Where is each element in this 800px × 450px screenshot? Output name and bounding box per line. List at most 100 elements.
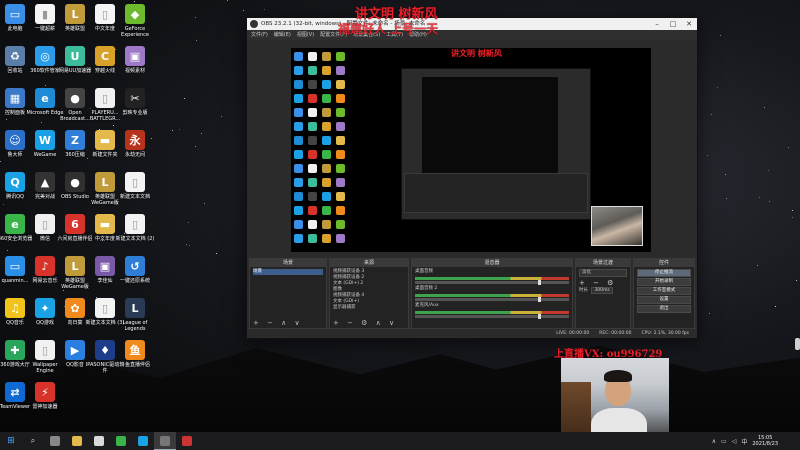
taskbar-photos[interactable] xyxy=(176,432,198,450)
scenes-dock: 场景 场景 + − ∧ ∨ xyxy=(249,258,327,330)
app-icon: ⚡ xyxy=(35,382,55,402)
desktop-icon-label: League of Legends xyxy=(122,320,148,332)
control-button[interactable]: 工作室模式 xyxy=(637,287,691,295)
desktop-icon[interactable]: ✂ 剪映专业版 xyxy=(118,88,152,116)
taskbar-obs[interactable] xyxy=(154,432,176,450)
control-button[interactable]: 停止推流 xyxy=(637,269,691,277)
app-icon: ♦ xyxy=(95,340,115,360)
desktop-icon[interactable]: L 英雄联盟 WeGame版 xyxy=(88,172,122,206)
source-toolbar[interactable]: + − ⚙ ∧ ∨ xyxy=(333,319,397,327)
mixer-track-name: 桌面音频 xyxy=(415,269,433,274)
obs-window[interactable]: OBS 23.2.1 (32-bit, windows) - 配置文件: 未命名… xyxy=(246,17,698,339)
app-icon: ✚ xyxy=(5,340,25,360)
app-icon: ▮ xyxy=(35,4,55,24)
desktop-icon[interactable]: L 英雄联盟 WeGame版 xyxy=(58,256,92,290)
desktop-icon[interactable]: L League of Legends xyxy=(118,298,152,332)
desktop-icon[interactable]: ♦ IPASONIC驱动软件 xyxy=(86,340,124,374)
mixer-track: 麦克风/Aux xyxy=(415,303,569,319)
app-icon: e xyxy=(35,88,55,108)
obs-statusbar: LIVE: 00:00:00 REC: 00:00:00 CPU: 2.1%, … xyxy=(247,328,697,338)
taskbar-qq[interactable] xyxy=(132,432,154,450)
volume-meter xyxy=(415,294,569,297)
taskbar-task-view[interactable] xyxy=(44,432,66,450)
mixer-track-name: 桌面音频 2 xyxy=(415,286,438,291)
app-icon: U xyxy=(65,46,85,66)
controls-dock-title: 控件 xyxy=(634,259,694,267)
maximize-icon[interactable]: □ xyxy=(665,18,681,30)
volume-slider[interactable] xyxy=(415,314,569,319)
transition-type-select[interactable]: 淡化 xyxy=(579,269,627,277)
obs-dock-panel: 场景 场景 + − ∧ ∨ 来源 视频捕获设备 3 视频捕获设备 2 文本 (GDI… xyxy=(247,258,697,330)
cpu-status: CPU: 2.1%, 30.00 fps xyxy=(641,331,690,336)
network-icon[interactable]: ▭ xyxy=(721,438,727,445)
desktop-icon[interactable]: ▯ PLAYERU... BATTLEGR... xyxy=(88,88,122,122)
mixer-track-name: 麦克风/Aux xyxy=(415,303,439,308)
app-icon: ▭ xyxy=(5,256,25,276)
taskbar-store[interactable] xyxy=(88,432,110,450)
menu-item[interactable]: 视图(V) xyxy=(297,30,314,40)
clock[interactable]: 15:05 2021/8/23 xyxy=(752,435,778,447)
search-icon: ⌕ xyxy=(30,436,36,445)
desktop-icon[interactable]: 鱼斗鱼直播伴侣 xyxy=(118,340,152,368)
desktop-icon-label: 雷神加速器 xyxy=(32,404,58,410)
taskbar-360-browser[interactable] xyxy=(110,432,132,450)
app-icon: ⇄ xyxy=(5,382,25,402)
overlay-top-subtitle: 福建好人 上号一天 xyxy=(338,22,439,36)
desktop-icon[interactable]: ◆ GeForce Experience xyxy=(118,4,152,38)
tray-chevron-icon[interactable]: ∧ xyxy=(712,438,716,445)
transition-buttons[interactable]: + − ⚙ xyxy=(579,280,627,287)
desktop-icon[interactable]: ↺ 一键还原系统 xyxy=(118,256,152,284)
app-icon: ◆ xyxy=(125,4,145,24)
desktop-icon[interactable]: ▯ 新建文本文档 xyxy=(118,172,152,200)
obs-titlebar[interactable]: OBS 23.2.1 (32-bit, windows) - 配置文件: 未命名… xyxy=(247,18,697,30)
qq-icon xyxy=(138,436,148,446)
app-icon: L xyxy=(65,4,85,24)
volume-meter xyxy=(415,277,569,280)
taskbar: ⊞ ⌕ ∧ ▭ ◁ 中 15:05 2021/8/23 xyxy=(0,432,800,450)
obs-preview-canvas[interactable]: 讲文明 树新风 xyxy=(291,48,651,252)
scene-item[interactable]: 场景 xyxy=(253,269,323,275)
desktop-icon-label: 视频素材 xyxy=(124,68,145,74)
menu-item[interactable]: 文件(F) xyxy=(251,30,268,40)
desktop-icon[interactable]: ⚡ 雷神加速器 xyxy=(28,382,62,410)
desktop-icon-label: 永劫无间 xyxy=(124,152,145,158)
control-button[interactable]: 退出 xyxy=(637,305,691,313)
duration-input[interactable]: 300ms xyxy=(591,287,613,294)
obs-icon xyxy=(160,435,170,446)
close-icon[interactable]: ✕ xyxy=(681,18,697,30)
preview-desktop-icons xyxy=(291,48,351,252)
app-icon: Q xyxy=(5,172,25,192)
volume-slider[interactable] xyxy=(415,280,569,285)
app-icon: ● xyxy=(65,172,85,192)
volume-slider[interactable] xyxy=(415,297,569,302)
control-button[interactable]: 设置 xyxy=(637,296,691,304)
menu-item[interactable]: 编辑(E) xyxy=(274,30,291,40)
volume-icon[interactable]: ◁ xyxy=(732,438,737,445)
desktop-icon-label: 一键还原系统 xyxy=(119,278,150,284)
controls-dock: 控件 停止推流 开始录制 工作室模式 设置 退出 xyxy=(633,258,695,330)
desktop-icon-label: 剪映专业版 xyxy=(122,110,148,116)
ime-icon[interactable]: 中 xyxy=(741,437,747,446)
taskbar-file-explorer[interactable] xyxy=(66,432,88,450)
control-button[interactable]: 开始录制 xyxy=(637,278,691,286)
minimize-icon[interactable]: – xyxy=(649,18,665,30)
desktop-icon[interactable]: ▣ 视频素材 xyxy=(118,46,152,74)
app-icon: ▯ xyxy=(35,214,55,234)
desktop-icon[interactable]: ▯ 新建文本文档 (2) xyxy=(116,214,154,242)
source-item[interactable]: 显示器捕获 xyxy=(333,305,405,311)
rec-status: REC: 00:00:00 xyxy=(599,331,632,336)
app-icon: ♻ xyxy=(5,46,25,66)
sources-dock-title: 来源 xyxy=(330,259,408,267)
taskbar-windows-start[interactable]: ⊞ xyxy=(0,432,22,450)
app-icon: 鱼 xyxy=(125,340,145,360)
desktop-icon[interactable]: ▯ Wallpaper Engine xyxy=(28,340,62,374)
scrollbar-handle[interactable] xyxy=(795,338,800,350)
app-icon: ▯ xyxy=(95,88,115,108)
scene-toolbar[interactable]: + − ∧ ∨ xyxy=(253,319,303,327)
desktop-icon[interactable]: 永永劫无间 xyxy=(118,130,152,158)
taskbar-search[interactable]: ⌕ xyxy=(22,432,44,450)
mixer-dock-title: 混音器 xyxy=(412,259,572,267)
transitions-dock: 场景过渡 淡化 + − ⚙ 时长 300ms xyxy=(575,258,631,330)
mixer-track: 桌面音频 2 xyxy=(415,286,569,302)
app-icon: ✿ xyxy=(65,298,85,318)
